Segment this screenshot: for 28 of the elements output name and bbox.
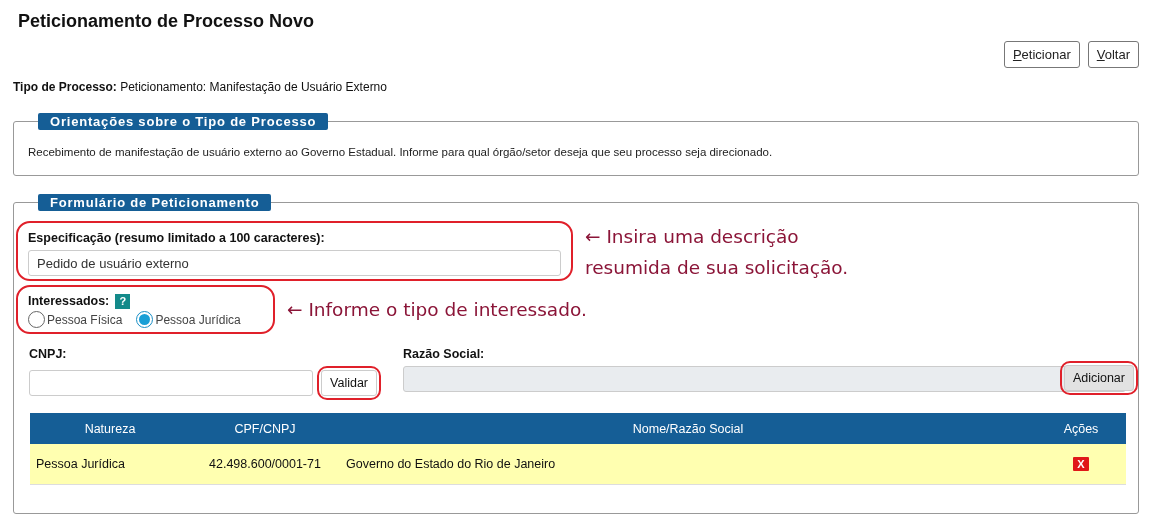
- field-label: CNPJ:: [29, 346, 68, 362]
- page-title: Peticionamento de Processo Novo: [18, 10, 316, 32]
- validate-button[interactable]: Validar: [321, 370, 377, 396]
- field-label: Interessados:: [28, 293, 110, 309]
- process-type-text: Tipo de Processo: Peticionamento: Manifestação de Usuário Externo: [13, 80, 388, 94]
- action-button[interactable]: Peticionar: [1003, 41, 1080, 68]
- annotation-text: ← Informe o tipo de interessado.: [287, 298, 587, 322]
- action-button[interactable]: Voltar: [1087, 41, 1139, 68]
- field-label: Razão Social:: [403, 346, 486, 362]
- remove-button[interactable]: X: [1073, 456, 1089, 471]
- column-header: Nome/Razão Social: [340, 413, 1036, 444]
- guidance-text: Recebimento de manifestação de usuário externo ao Governo Estadual. Informe para qual órgão/setor deseja que seu processo seja direcionado.: [28, 146, 774, 158]
- section-legend: Orientações sobre o Tipo de Processo: [38, 113, 329, 130]
- radio-option[interactable]: Pessoa Física: [28, 311, 123, 328]
- annotation-text: ← Insira uma descrição resumida de sua solicitação.: [585, 225, 850, 280]
- column-header: CPF/CNPJ: [190, 413, 340, 444]
- field-label: Especificação (resumo limitado a 100 caracteres):: [28, 230, 326, 246]
- section-legend: Formulário de Peticionamento: [38, 194, 272, 211]
- table-cell: Pessoa Jurídica: [30, 444, 190, 484]
- column-header: Natureza: [30, 413, 190, 444]
- specification-field[interactable]: Pedido de usuário externo: [28, 250, 561, 276]
- help-icon[interactable]: ?: [115, 293, 131, 309]
- table-cell: Governo do Estado do Rio de Janeiro: [340, 444, 1036, 484]
- cnpj-field[interactable]: [29, 370, 313, 396]
- add-button[interactable]: Adicionar: [1063, 365, 1134, 391]
- column-header: Ações: [1036, 413, 1126, 444]
- radio-option[interactable]: Pessoa Jurídica: [136, 311, 241, 328]
- table-cell: 42.498.600/0001-71: [190, 444, 340, 484]
